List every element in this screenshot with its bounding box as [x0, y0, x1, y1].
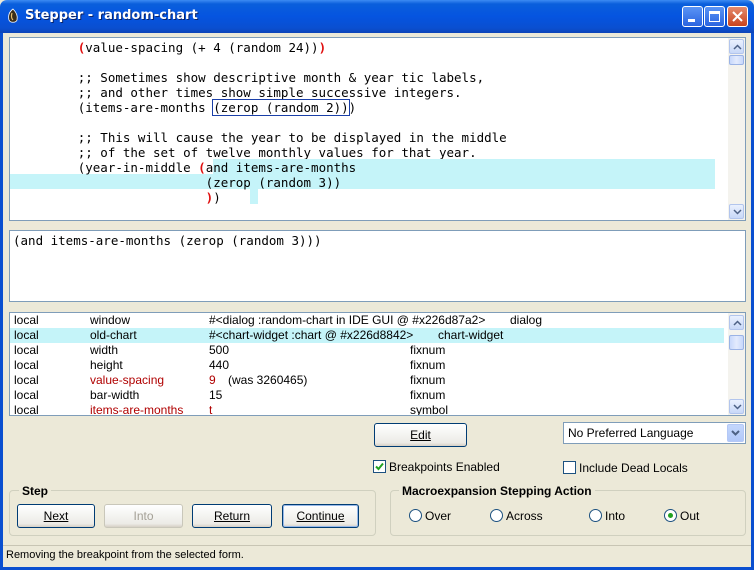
local-value: #<chart-widget :chart @ #x226d8842> — [209, 328, 414, 342]
local-value: 500 — [209, 343, 230, 357]
local-name: width — [90, 343, 119, 357]
include-dead-locals-label[interactable]: Include Dead Locals — [579, 461, 688, 475]
local-scope: local — [14, 388, 39, 402]
local-type: fixnum — [410, 358, 446, 372]
macro-across-label[interactable]: Across — [506, 509, 543, 523]
continue-button[interactable]: Continue — [282, 504, 359, 528]
macro-over-label[interactable]: Over — [425, 509, 451, 523]
locals-row[interactable]: local window #<dialog :random-chart in IDE… — [10, 313, 724, 328]
local-name: items-are-months — [90, 403, 184, 416]
local-previous-value: (was 3260465) — [228, 373, 308, 387]
local-name: value-spacing — [90, 373, 165, 387]
chevron-up-icon — [733, 44, 742, 50]
local-type: dialog — [510, 313, 543, 327]
macro-over-radio[interactable] — [409, 509, 422, 522]
code-line-1: (value-spacing (+ 4 (random 24))) — [77, 40, 327, 55]
macro-out-label[interactable]: Out — [680, 509, 699, 523]
chevron-down-icon[interactable] — [727, 424, 744, 442]
minimize-icon — [688, 19, 695, 22]
local-scope: local — [14, 343, 39, 357]
status-bar: Removing the breakpoint from the selecte… — [3, 545, 751, 567]
code-line-11: )) — [205, 190, 221, 205]
maximize-button[interactable] — [704, 6, 725, 27]
close-icon — [732, 11, 743, 22]
into-button[interactable]: Into — [104, 504, 183, 528]
macro-across-radio[interactable] — [490, 509, 503, 522]
code-line-9: (year-in-middle (and items-are-months — [10, 160, 357, 175]
macroexpansion-group-title: Macroexpansion Stepping Action — [399, 484, 595, 498]
locals-row[interactable]: local items-are-months t symbol — [10, 403, 724, 416]
local-name: window — [90, 313, 131, 327]
lisp-app-icon[interactable] — [6, 8, 20, 24]
local-scope: local — [14, 373, 39, 387]
local-value: #<dialog :random-chart in IDE GUI @ #x22… — [209, 313, 486, 327]
local-scope: local — [14, 328, 39, 342]
local-value: 440 — [209, 358, 230, 372]
return-button[interactable]: Return — [192, 504, 272, 528]
checkmark-icon — [375, 462, 384, 471]
include-dead-locals-checkbox[interactable] — [563, 461, 576, 474]
edit-button[interactable]: Edit — [374, 423, 467, 447]
current-form-text: (and items-are-months (zerop (random 3))… — [13, 233, 322, 248]
local-type: fixnum — [410, 373, 446, 387]
locals-row[interactable]: local value-spacing 9 fixnum (was 3260465) — [10, 373, 724, 388]
local-value: t — [209, 403, 213, 416]
scroll-thumb[interactable] — [729, 55, 744, 65]
local-scope: local — [14, 358, 39, 372]
scroll-up-button[interactable] — [729, 315, 744, 330]
locals-table[interactable]: local window #<dialog :random-chart in IDE… — [9, 312, 746, 416]
code-line-10: (zerop (random 3)) — [10, 175, 342, 190]
code-line-4: ;; and other times show simple successiv… — [10, 85, 462, 100]
code-line-3: ;; Sometimes show descriptive month & ye… — [10, 70, 485, 85]
local-scope: local — [14, 313, 39, 327]
minimize-button[interactable] — [682, 6, 703, 27]
scroll-down-button[interactable] — [729, 204, 744, 219]
scroll-thumb[interactable] — [729, 335, 744, 350]
chevron-up-icon — [733, 320, 742, 326]
chevron-down-icon — [733, 404, 742, 410]
local-name: old-chart — [90, 328, 137, 342]
title-bar[interactable]: Stepper - random-chart — [0, 0, 754, 33]
language-select[interactable]: No Preferred Language — [563, 422, 746, 444]
code-line-7: ;; This will cause the year to be displa… — [10, 130, 507, 145]
maximize-icon — [709, 11, 720, 22]
code-line-5: (items-are-months (zerop (random 2))) — [10, 99, 357, 116]
macro-into-radio[interactable] — [589, 509, 602, 522]
close-button[interactable] — [727, 6, 748, 27]
macro-out-radio[interactable] — [664, 509, 677, 522]
code-scrollbar[interactable] — [728, 38, 745, 220]
locals-scrollbar[interactable] — [728, 313, 745, 415]
breakpoint-form-box: (zerop (random 2)) — [212, 99, 350, 116]
local-name: height — [90, 358, 123, 372]
local-value: 9 — [209, 373, 216, 387]
status-text: Removing the breakpoint from the selecte… — [6, 549, 244, 561]
current-form-highlight — [250, 189, 258, 204]
scroll-up-button[interactable] — [729, 39, 744, 54]
local-type: fixnum — [410, 343, 446, 357]
window-title: Stepper - random-chart — [25, 8, 198, 23]
code-line-8: ;; of the set of twelve monthly values f… — [10, 145, 477, 160]
source-code-pane[interactable]: (value-spacing (+ 4 (random 24))) ;; Som… — [9, 37, 746, 221]
chevron-down-icon — [733, 209, 742, 215]
breakpoints-enabled-checkbox[interactable] — [373, 460, 386, 473]
current-form-pane[interactable]: (and items-are-months (zerop (random 3))… — [9, 230, 746, 302]
step-group-title: Step — [19, 484, 52, 498]
locals-row[interactable]: local width 500 fixnum — [10, 343, 724, 358]
local-type: symbol — [410, 403, 449, 416]
macro-into-label[interactable]: Into — [605, 509, 625, 523]
local-value: 15 — [209, 388, 223, 402]
scroll-down-button[interactable] — [729, 399, 744, 414]
locals-row[interactable]: local bar-width 15 fixnum — [10, 388, 724, 403]
local-scope: local — [14, 403, 39, 416]
breakpoints-enabled-label[interactable]: Breakpoints Enabled — [389, 460, 500, 474]
locals-row[interactable]: local height 440 fixnum — [10, 358, 724, 373]
locals-row[interactable]: local old-chart #<chart-widget :chart @ #x… — [10, 328, 724, 343]
next-button[interactable]: Next — [17, 504, 95, 528]
local-type: chart-widget — [438, 328, 504, 342]
local-type: fixnum — [410, 388, 446, 402]
local-name: bar-width — [90, 388, 140, 402]
